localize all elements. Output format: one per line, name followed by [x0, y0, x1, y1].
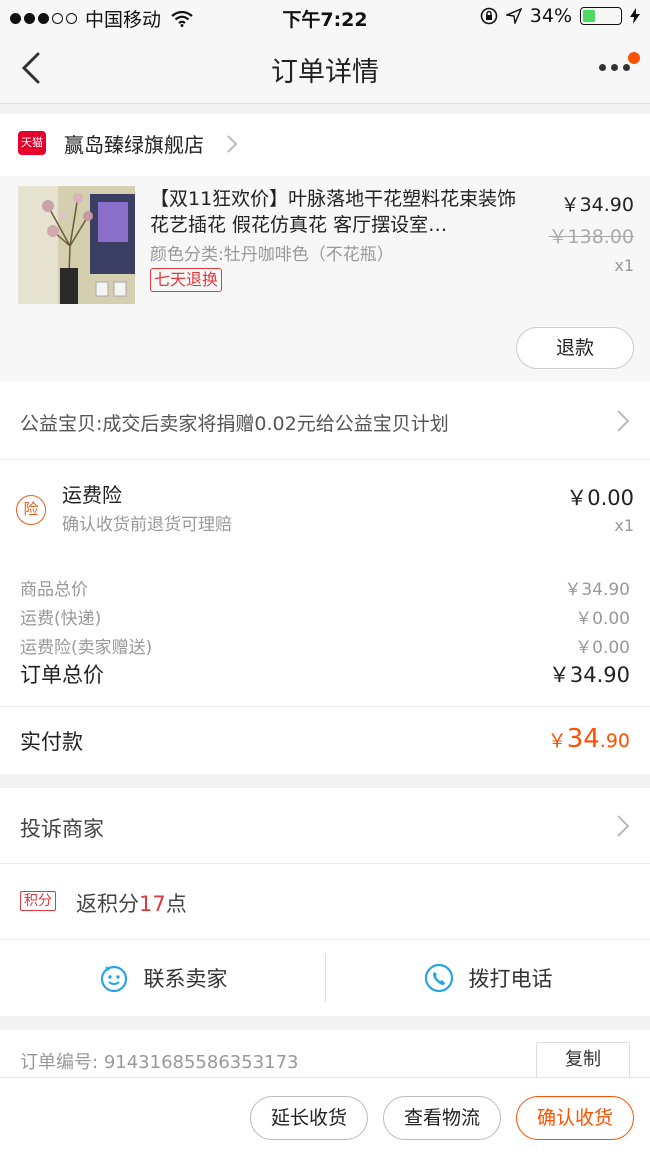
contact-seller-label: 联系卖家 [143, 967, 228, 991]
order-total-label: 订单总价 [20, 663, 104, 687]
summary-label: 运费(快递) [20, 609, 102, 629]
shop-header[interactable]: 天猫 赢岛臻绿旗舰店 [0, 114, 650, 176]
view-logistics-button[interactable]: 查看物流 [383, 1096, 501, 1140]
extend-receipt-button[interactable]: 延长收货 [250, 1096, 368, 1140]
summary-value: ￥0.00 [575, 638, 630, 658]
insurance-title: 运费险 [62, 483, 122, 507]
complain-label: 投诉商家 [20, 817, 104, 841]
summary-row: 运费(快递) ￥0.00 [20, 604, 630, 629]
insurance-subtitle: 确认收货前退货可理赔 [62, 515, 232, 535]
insurance-icon: 险 [16, 495, 46, 525]
complain-seller-row[interactable]: 投诉商家 [0, 788, 650, 864]
product-title[interactable]: 【双11狂欢价】叶脉落地干花塑料花束装饰花艺插花 假花仿真花 客厅摆设室… [150, 186, 520, 238]
rotation-lock-icon [480, 7, 498, 25]
product-quantity: x1 [614, 256, 634, 275]
order-total-value: ￥34.90 [548, 663, 630, 687]
price-summary: 商品总价 ￥34.90 运费(快递) ￥0.00 运费险(卖家赠送) ￥0.00… [0, 560, 650, 706]
insurance-price: ￥0.00 [566, 486, 634, 510]
order-number-label: 订单编号: [20, 1052, 99, 1073]
order-number-value: 91431685586353173 [103, 1052, 299, 1073]
confirm-receipt-button[interactable]: 确认收货 [516, 1096, 634, 1140]
contact-row: 联系卖家 拨打电话 [0, 940, 650, 1016]
points-text: 返积分17点 [76, 888, 187, 918]
summary-row: 运费险(卖家赠送) ￥0.00 [20, 633, 630, 658]
more-dots-icon[interactable] [599, 64, 630, 71]
contact-seller-button[interactable]: 联系卖家 [0, 940, 325, 1016]
product-sku: 颜色分类:牡丹咖啡色（不花瓶） [150, 245, 394, 265]
paid-currency: ￥ [547, 730, 567, 752]
charging-bolt-icon [630, 8, 640, 24]
chat-smile-icon [100, 965, 127, 993]
product-thumbnail[interactable] [18, 186, 135, 304]
product-item[interactable]: 【双11狂欢价】叶脉落地干花塑料花束装饰花艺插花 假花仿真花 客厅摆设室… 颜色… [0, 176, 650, 382]
page-title: 订单详情 [271, 57, 379, 88]
chevron-right-icon [617, 815, 630, 837]
chevron-right-icon [617, 410, 630, 432]
charity-row[interactable]: 公益宝贝:成交后卖家将捐赠0.02元给公益宝贝计划 [0, 382, 650, 460]
call-phone-label: 拨打电话 [468, 967, 553, 991]
refund-button[interactable]: 退款 [516, 327, 634, 369]
copy-button[interactable]: 复制 [536, 1042, 630, 1078]
summary-label: 商品总价 [20, 580, 88, 600]
call-phone-button[interactable]: 拨打电话 [325, 940, 650, 1016]
nav-bar: 订单详情 [0, 34, 650, 104]
tmall-logo: 天猫 [18, 131, 46, 155]
chevron-right-icon [227, 135, 238, 153]
points-prefix: 返积分 [76, 892, 139, 916]
points-row: 积分 返积分17点 [0, 864, 650, 940]
product-price: ￥34.90 [560, 194, 634, 216]
charity-text: 公益宝贝:成交后卖家将捐赠0.02元给公益宝贝计划 [20, 413, 449, 435]
shipping-insurance-row: 险 运费险 确认收货前退货可理赔 ￥0.00 x1 [0, 460, 650, 560]
points-number: 17 [139, 892, 166, 916]
paid-amount: ￥34.90 [548, 724, 630, 754]
summary-value: ￥0.00 [575, 609, 630, 629]
phone-icon [424, 963, 453, 993]
paid-amount-row: 实付款 ￥34.90 [0, 706, 650, 774]
battery-icon [580, 7, 622, 25]
bottom-action-bar: 延长收货 查看物流 确认收货 [0, 1077, 650, 1155]
notification-dot [628, 52, 640, 64]
paid-amount-int: 34 [566, 724, 600, 754]
product-original-price: ￥138.00 [548, 226, 634, 248]
battery-percent: 34% [529, 5, 572, 27]
status-bar: 中国移动 下午7:22 34% [0, 0, 650, 34]
return-policy-badge: 七天退换 [150, 268, 223, 292]
points-suffix: 点 [165, 892, 187, 916]
paid-label: 实付款 [20, 730, 83, 754]
summary-label: 运费险(卖家赠送) [20, 638, 153, 658]
summary-row: 商品总价 ￥34.90 [20, 575, 630, 600]
insurance-quantity: x1 [614, 516, 634, 535]
summary-value: ￥34.90 [564, 580, 630, 600]
points-badge: 积分 [20, 891, 56, 911]
location-arrow-icon [505, 8, 522, 24]
order-number: 订单编号: 91431685586353173 [20, 1048, 299, 1074]
paid-amount-dec: .90 [599, 730, 630, 752]
shop-name[interactable]: 赢岛臻绿旗舰店 [64, 129, 204, 158]
order-total-row: 订单总价 ￥34.90 [20, 659, 630, 689]
